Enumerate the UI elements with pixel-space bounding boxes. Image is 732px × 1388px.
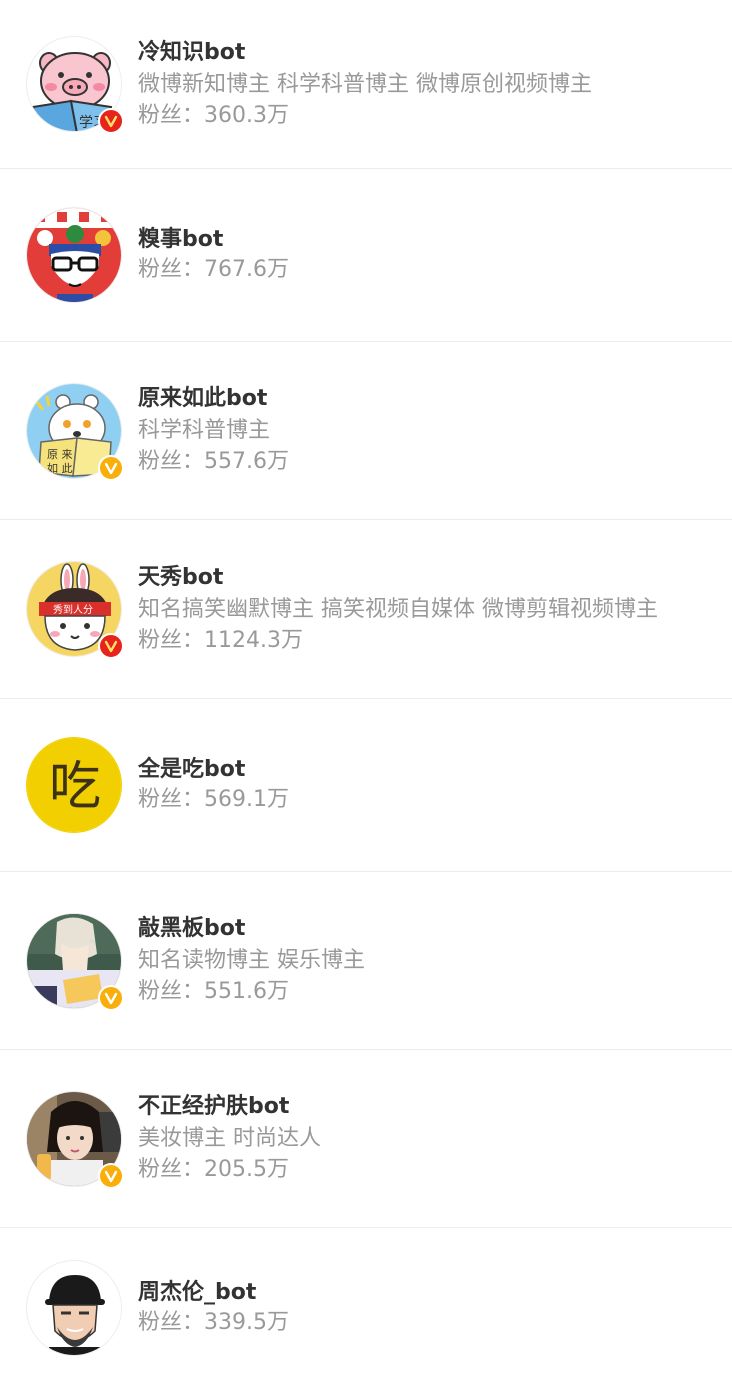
verified-gold-icon (98, 454, 124, 481)
account-name[interactable]: 周杰伦_bot (138, 1278, 289, 1308)
fans-value: 1124.3万 (204, 627, 303, 653)
verified-red-icon (98, 108, 124, 134)
account-name[interactable]: 天秀bot (138, 563, 658, 593)
account-info: 冷知识bot 微博新知博主 科学科普博主 微博原创视频博主 粉丝：360.3万 (138, 38, 592, 131)
account-item[interactable]: 学习 冷知识bot 微博新知博主 科学科普博主 微博原创视频博主 粉丝：360.… (0, 0, 732, 169)
svg-text:≈: ≈ (89, 937, 96, 946)
account-list: 学习 冷知识bot 微博新知博主 科学科普博主 微博原创视频博主 粉丝：360.… (0, 0, 732, 1388)
account-name[interactable]: 糗事bot (138, 225, 289, 255)
fans-label: 粉丝： (138, 449, 205, 474)
glasses-cartoon-avatar[interactable] (26, 207, 122, 303)
verified-gold-icon (98, 984, 124, 1011)
account-info: 敲黑板bot 知名读物博主 娱乐博主 粉丝：551.6万 (138, 914, 365, 1007)
fans-value: 569.1万 (204, 787, 289, 812)
fans-value: 360.3万 (204, 102, 289, 128)
account-info: 周杰伦_bot 粉丝：339.5万 (138, 1278, 289, 1338)
account-item[interactable]: ≈ 敲黑板bot 知名读物博主 娱乐博主 粉丝：551.6万 (0, 872, 732, 1050)
account-item[interactable]: 吃 全是吃bot 粉丝：569.1万 (0, 699, 732, 872)
avatar-wrap (26, 1260, 122, 1356)
cap-man-cartoon-avatar[interactable] (26, 1260, 122, 1356)
fans-count: 粉丝：569.1万 (138, 785, 289, 815)
fans-count: 粉丝：1124.3万 (138, 626, 658, 656)
verified-gold-icon (98, 1162, 124, 1189)
fans-value: 339.5万 (204, 1310, 289, 1335)
account-item[interactable]: 不正经护肤bot 美妆博主 时尚达人 粉丝：205.5万 (0, 1050, 732, 1228)
account-description: 知名搞笑幽默博主 搞笑视频自媒体 微博剪辑视频博主 (138, 596, 658, 622)
fans-label: 粉丝： (138, 257, 205, 282)
fans-count: 粉丝：205.5万 (138, 1155, 321, 1185)
avatar-wrap: 吃 (26, 737, 122, 833)
account-info: 全是吃bot 粉丝：569.1万 (138, 755, 289, 815)
fans-value: 557.6万 (204, 449, 289, 474)
account-name[interactable]: 全是吃bot (138, 755, 289, 785)
account-name[interactable]: 冷知识bot (138, 38, 592, 68)
avatar-chi-text: 吃 (49, 757, 101, 817)
fans-count: 粉丝：551.6万 (138, 977, 365, 1007)
fans-value: 767.6万 (204, 257, 289, 282)
avatar-wrap (26, 207, 122, 303)
yellow-chi-avatar[interactable]: 吃 (26, 737, 122, 833)
account-name[interactable]: 敲黑板bot (138, 914, 365, 944)
account-name[interactable]: 原来如此bot (138, 384, 289, 414)
account-info: 不正经护肤bot 美妆博主 时尚达人 粉丝：205.5万 (138, 1092, 321, 1185)
avatar-headband-text: 秀到人分 (53, 604, 93, 616)
account-info: 原来如此bot 科学科普博主 粉丝：557.6万 (138, 384, 289, 477)
fans-value: 205.5万 (204, 1157, 289, 1182)
fans-label: 粉丝： (138, 787, 205, 812)
fans-count: 粉丝：557.6万 (138, 447, 289, 477)
fans-count: 粉丝：360.3万 (138, 101, 592, 131)
avatar-wrap: ≈ (26, 912, 124, 1011)
avatar-wrap: 秀到人分 (26, 561, 124, 659)
account-info: 天秀bot 知名搞笑幽默博主 搞笑视频自媒体 微博剪辑视频博主 粉丝：1124.… (138, 563, 658, 656)
fans-label: 粉丝： (138, 1157, 205, 1182)
fans-count: 粉丝：767.6万 (138, 255, 289, 285)
avatar-wrap: 学习 (26, 36, 124, 134)
fans-label: 粉丝： (138, 627, 205, 653)
fans-label: 粉丝： (138, 979, 205, 1004)
account-item[interactable]: 糗事bot 粉丝：767.6万 (0, 169, 732, 342)
avatar-wrap (26, 1090, 124, 1189)
avatar-text-bottom: 如 此 (47, 461, 73, 475)
account-item[interactable]: 秀到人分 天秀bot 知名搞笑幽默博主 搞笑视频自媒体 微博剪辑视频博主 粉丝：… (0, 520, 732, 699)
fans-count: 粉丝：339.5万 (138, 1308, 289, 1338)
account-item[interactable]: 周杰伦_bot 粉丝：339.5万 (0, 1228, 732, 1388)
account-info: 糗事bot 粉丝：767.6万 (138, 225, 289, 285)
account-name[interactable]: 不正经护肤bot (138, 1092, 321, 1122)
account-description: 美妆博主 时尚达人 (138, 1126, 321, 1151)
fans-label: 粉丝： (138, 102, 205, 128)
verified-red-icon (98, 633, 124, 659)
fans-value: 551.6万 (204, 979, 289, 1004)
fans-label: 粉丝： (138, 1310, 205, 1335)
account-item[interactable]: 原 来 如 此 原来如此bot 科学科普博主 粉丝：557.6万 (0, 342, 732, 520)
account-description: 微博新知博主 科学科普博主 微博原创视频博主 (138, 71, 592, 97)
avatar-text-top: 原 来 (47, 448, 73, 461)
account-description: 科学科普博主 (138, 418, 271, 443)
account-description: 知名读物博主 娱乐博主 (138, 948, 365, 973)
avatar-wrap: 原 来 如 此 (26, 382, 124, 481)
